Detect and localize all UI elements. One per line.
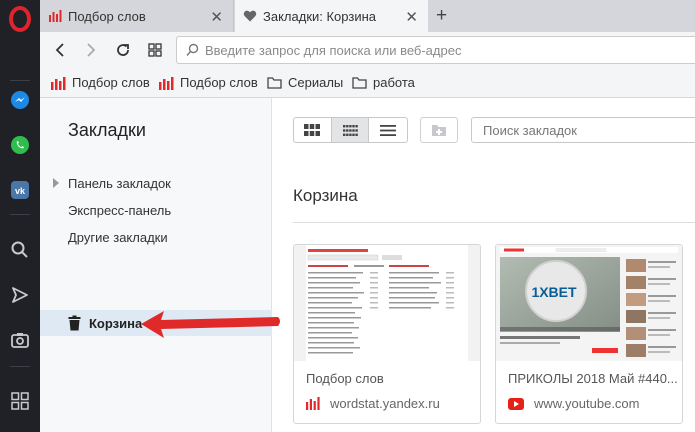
heart-icon [243,10,257,22]
opera-logo-icon[interactable] [9,6,31,32]
small-tiles-view-button[interactable] [331,118,370,142]
small-grid-icon [342,124,358,136]
speed-dial-grid-icon[interactable] [144,39,166,61]
folder-icon [352,77,367,89]
tab-podbor-slov[interactable]: Подбор слов ✕ [40,0,234,32]
list-icon [380,124,397,136]
camera-icon[interactable] [0,322,40,358]
card-url-text: wordstat.yandex.ru [330,396,440,411]
bookmark-card-youtube[interactable]: 1XBET ПРИКОЛЫ 2018 Май #440... www.youtu… [495,244,683,424]
page-title: Закладки [68,120,146,140]
tab-close-icon[interactable]: ✕ [405,8,418,26]
view-mode-toggle [293,117,408,143]
main-content: Поиск закладок Корзина Подбор слов words… [273,98,695,432]
bookmark-podbor-slov[interactable]: Подбор слов [50,75,150,90]
send-icon[interactable] [0,277,40,313]
new-tab-button[interactable]: + [436,5,447,27]
bookmark-label: Сериалы [288,75,344,90]
tab-title: Закладки: Корзина [263,8,377,24]
card-thumbnail [294,245,480,361]
bookmark-label: работа [373,75,415,90]
svg-text:1XBET: 1XBET [531,284,577,300]
address-placeholder: Введите запрос для поиска или веб-адрес [205,42,462,58]
youtube-icon [508,397,524,410]
search-icon [186,43,199,56]
address-input[interactable]: Введите запрос для поиска или веб-адрес [176,36,695,64]
card-title: ПРИКОЛЫ 2018 Май #440... [508,371,678,386]
new-folder-button[interactable] [420,117,458,143]
trash-label: Корзина [89,316,143,331]
card-thumbnail: 1XBET [496,245,682,361]
folder-plus-icon [432,124,446,136]
nav-item-bookmarks-bar[interactable]: Панель закладок [68,176,171,191]
forward-icon[interactable] [80,39,102,61]
expand-arrow-icon[interactable] [53,178,59,188]
card-url: wordstat.yandex.ru [306,396,440,411]
tab-close-icon[interactable]: ✕ [210,8,223,26]
vk-icon[interactable]: vk [0,172,40,208]
opera-sidebar: vk [0,0,40,432]
address-bar-row: Введите запрос для поиска или веб-адрес [40,32,695,68]
whatsapp-icon[interactable] [0,127,40,163]
reload-icon[interactable] [112,39,134,61]
bookmark-folder-serialy[interactable]: Сериалы [267,75,343,90]
bookmark-podbor-slov[interactable]: Подбор слов [158,75,258,90]
svg-text:vk: vk [15,186,26,196]
yandex-wordstat-icon [49,10,62,22]
trash-icon [68,315,81,331]
bookmark-folder-rabota[interactable]: работа [352,75,415,90]
yandex-wordstat-icon [159,76,174,90]
large-tiles-view-button[interactable] [294,118,332,142]
sidebar-divider [10,366,30,367]
nav-item-other-bookmarks[interactable]: Другие закладки [68,230,168,245]
bookmarks-nav-pane: Закладки Панель закладок Экспресс-панель… [40,98,272,432]
bookmarks-search-input[interactable]: Поиск закладок [471,117,695,143]
tab-bookmarks-trash[interactable]: Закладки: Корзина ✕ [235,0,428,32]
extensions-grid-icon[interactable] [0,383,40,419]
bookmark-card-wordstat[interactable]: Подбор слов wordstat.yandex.ru [293,244,481,424]
nav-item-speed-dial[interactable]: Экспресс-панель [68,203,171,218]
large-grid-icon [304,124,321,136]
tab-bar: Подбор слов ✕ Закладки: Корзина ✕ + [40,0,695,32]
sidebar-divider [10,80,30,81]
messenger-icon[interactable] [0,82,40,118]
sidebar-divider [10,214,30,215]
section-title: Корзина [293,186,358,205]
back-icon[interactable] [49,39,71,61]
bookmark-label: Подбор слов [72,75,150,90]
bookmarks-bar: Подбор слов Подбор слов Сериалы работа [40,68,695,98]
card-url-text: www.youtube.com [534,396,640,411]
card-url: www.youtube.com [508,396,640,411]
folder-icon [267,77,282,89]
annotation-arrow [141,311,280,338]
yandex-wordstat-icon [306,397,320,410]
card-title: Подбор слов [306,371,384,386]
yandex-wordstat-icon [51,76,66,90]
search-placeholder: Поиск закладок [483,122,577,138]
tab-title: Подбор слов [68,8,146,24]
search-icon[interactable] [0,232,40,268]
divider [293,222,695,223]
bookmark-label: Подбор слов [180,75,258,90]
list-view-button[interactable] [369,118,407,142]
